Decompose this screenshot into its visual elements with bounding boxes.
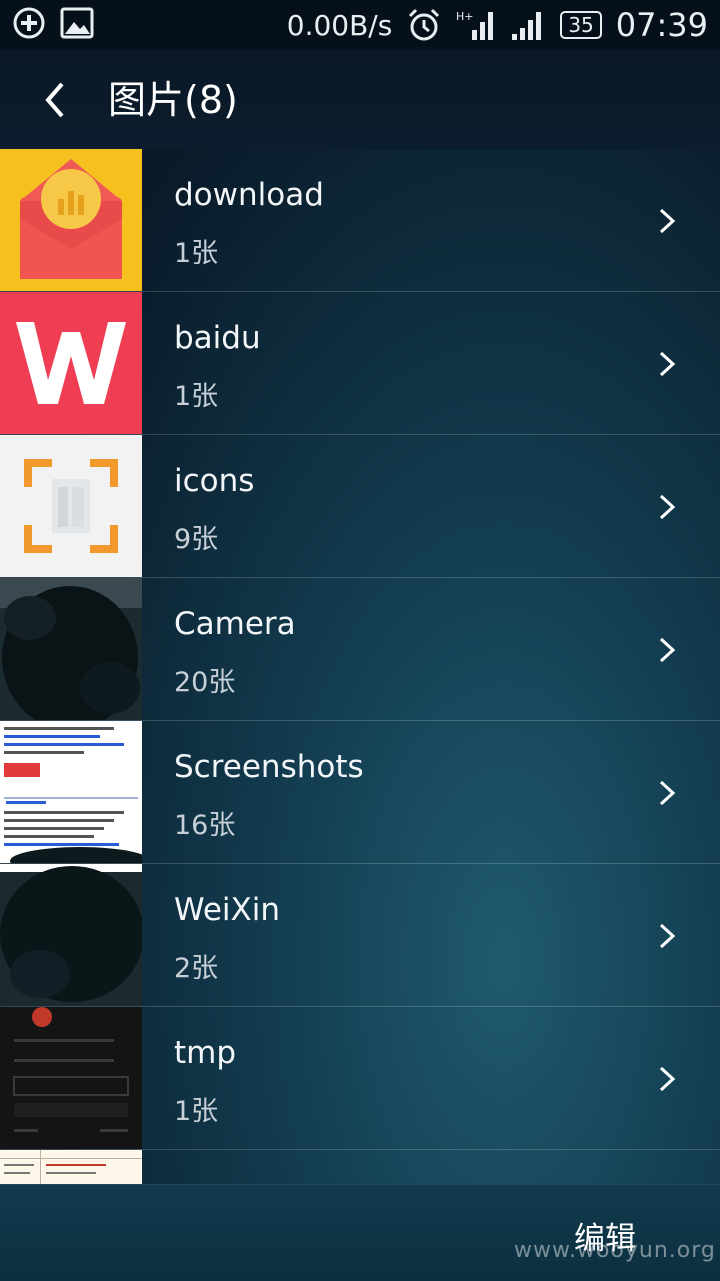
album-count: 1张 xyxy=(174,1096,219,1127)
text-screenshot-thumbnail xyxy=(0,721,142,863)
status-icons-left xyxy=(12,6,94,40)
album-name: WeiXin xyxy=(174,892,281,928)
album-row-download[interactable]: download 1张 xyxy=(0,149,720,292)
album-count: 16张 xyxy=(174,810,236,841)
album-count: 2张 xyxy=(174,953,219,984)
album-name: tmp xyxy=(174,1035,237,1071)
album-name: icons xyxy=(174,463,255,499)
album-name: download xyxy=(174,177,324,213)
scanner-app-icon xyxy=(0,435,142,577)
alarm-clock-icon xyxy=(409,8,440,41)
album-row-camera[interactable]: Camera 20张 xyxy=(0,578,720,721)
album-count: 9张 xyxy=(174,524,219,555)
album-count: 1张 xyxy=(174,381,219,412)
status-bar: 0.00B/s H+ 35 07:39 xyxy=(0,0,720,50)
dark-photo-thumbnail xyxy=(0,864,142,1006)
album-name: Screenshots xyxy=(174,749,364,785)
album-count: 1张 xyxy=(174,238,219,269)
chevron-right-icon xyxy=(659,637,676,663)
album-row-baidu[interactable]: baidu 1张 xyxy=(0,292,720,435)
image-icon xyxy=(60,7,94,39)
plus-circle-icon xyxy=(13,7,45,39)
status-icons-right: 0.00B/s H+ 35 07:39 xyxy=(287,0,708,50)
clock: 07:39 xyxy=(615,6,708,44)
album-row-icons[interactable]: icons 9张 xyxy=(0,435,720,578)
album-row-tmp[interactable]: tmp 1张 xyxy=(0,1007,720,1150)
table-screenshot-thumbnail xyxy=(0,1150,142,1188)
album-name: baidu xyxy=(174,320,261,356)
battery-level: 35 xyxy=(560,11,602,39)
wps-office-app-icon xyxy=(0,292,142,434)
signal-hplus-icon: H+ xyxy=(456,10,494,40)
album-name: Camera xyxy=(174,606,296,642)
album-row-partial[interactable] xyxy=(0,1150,720,1188)
bottom-bar: 编辑 xyxy=(0,1184,720,1281)
album-count: 20张 xyxy=(174,667,236,698)
signal-strength-icon xyxy=(512,12,542,40)
chevron-right-icon xyxy=(659,494,676,520)
app-bar: 图片(8) xyxy=(0,50,720,150)
album-row-weixin[interactable]: WeiXin 2张 xyxy=(0,864,720,1007)
dark-photo-thumbnail xyxy=(0,578,142,720)
album-list: download 1张 baidu 1张 icons 9张 Camera 20张… xyxy=(0,149,720,1188)
svg-text:H+: H+ xyxy=(456,10,474,23)
watermark: www.wooyun.org xyxy=(514,1238,716,1263)
chevron-right-icon xyxy=(659,923,676,949)
dark-screenshot-thumbnail xyxy=(0,1007,142,1149)
chevron-right-icon xyxy=(659,208,676,234)
chevron-right-icon xyxy=(659,780,676,806)
page-title: 图片(8) xyxy=(108,78,238,122)
chevron-right-icon xyxy=(659,351,676,377)
red-envelope-app-icon xyxy=(0,149,142,291)
back-arrow-icon[interactable] xyxy=(30,72,86,128)
net-speed: 0.00B/s xyxy=(286,8,393,42)
album-row-screenshots[interactable]: Screenshots 16张 xyxy=(0,721,720,864)
chevron-right-icon xyxy=(659,1066,676,1092)
